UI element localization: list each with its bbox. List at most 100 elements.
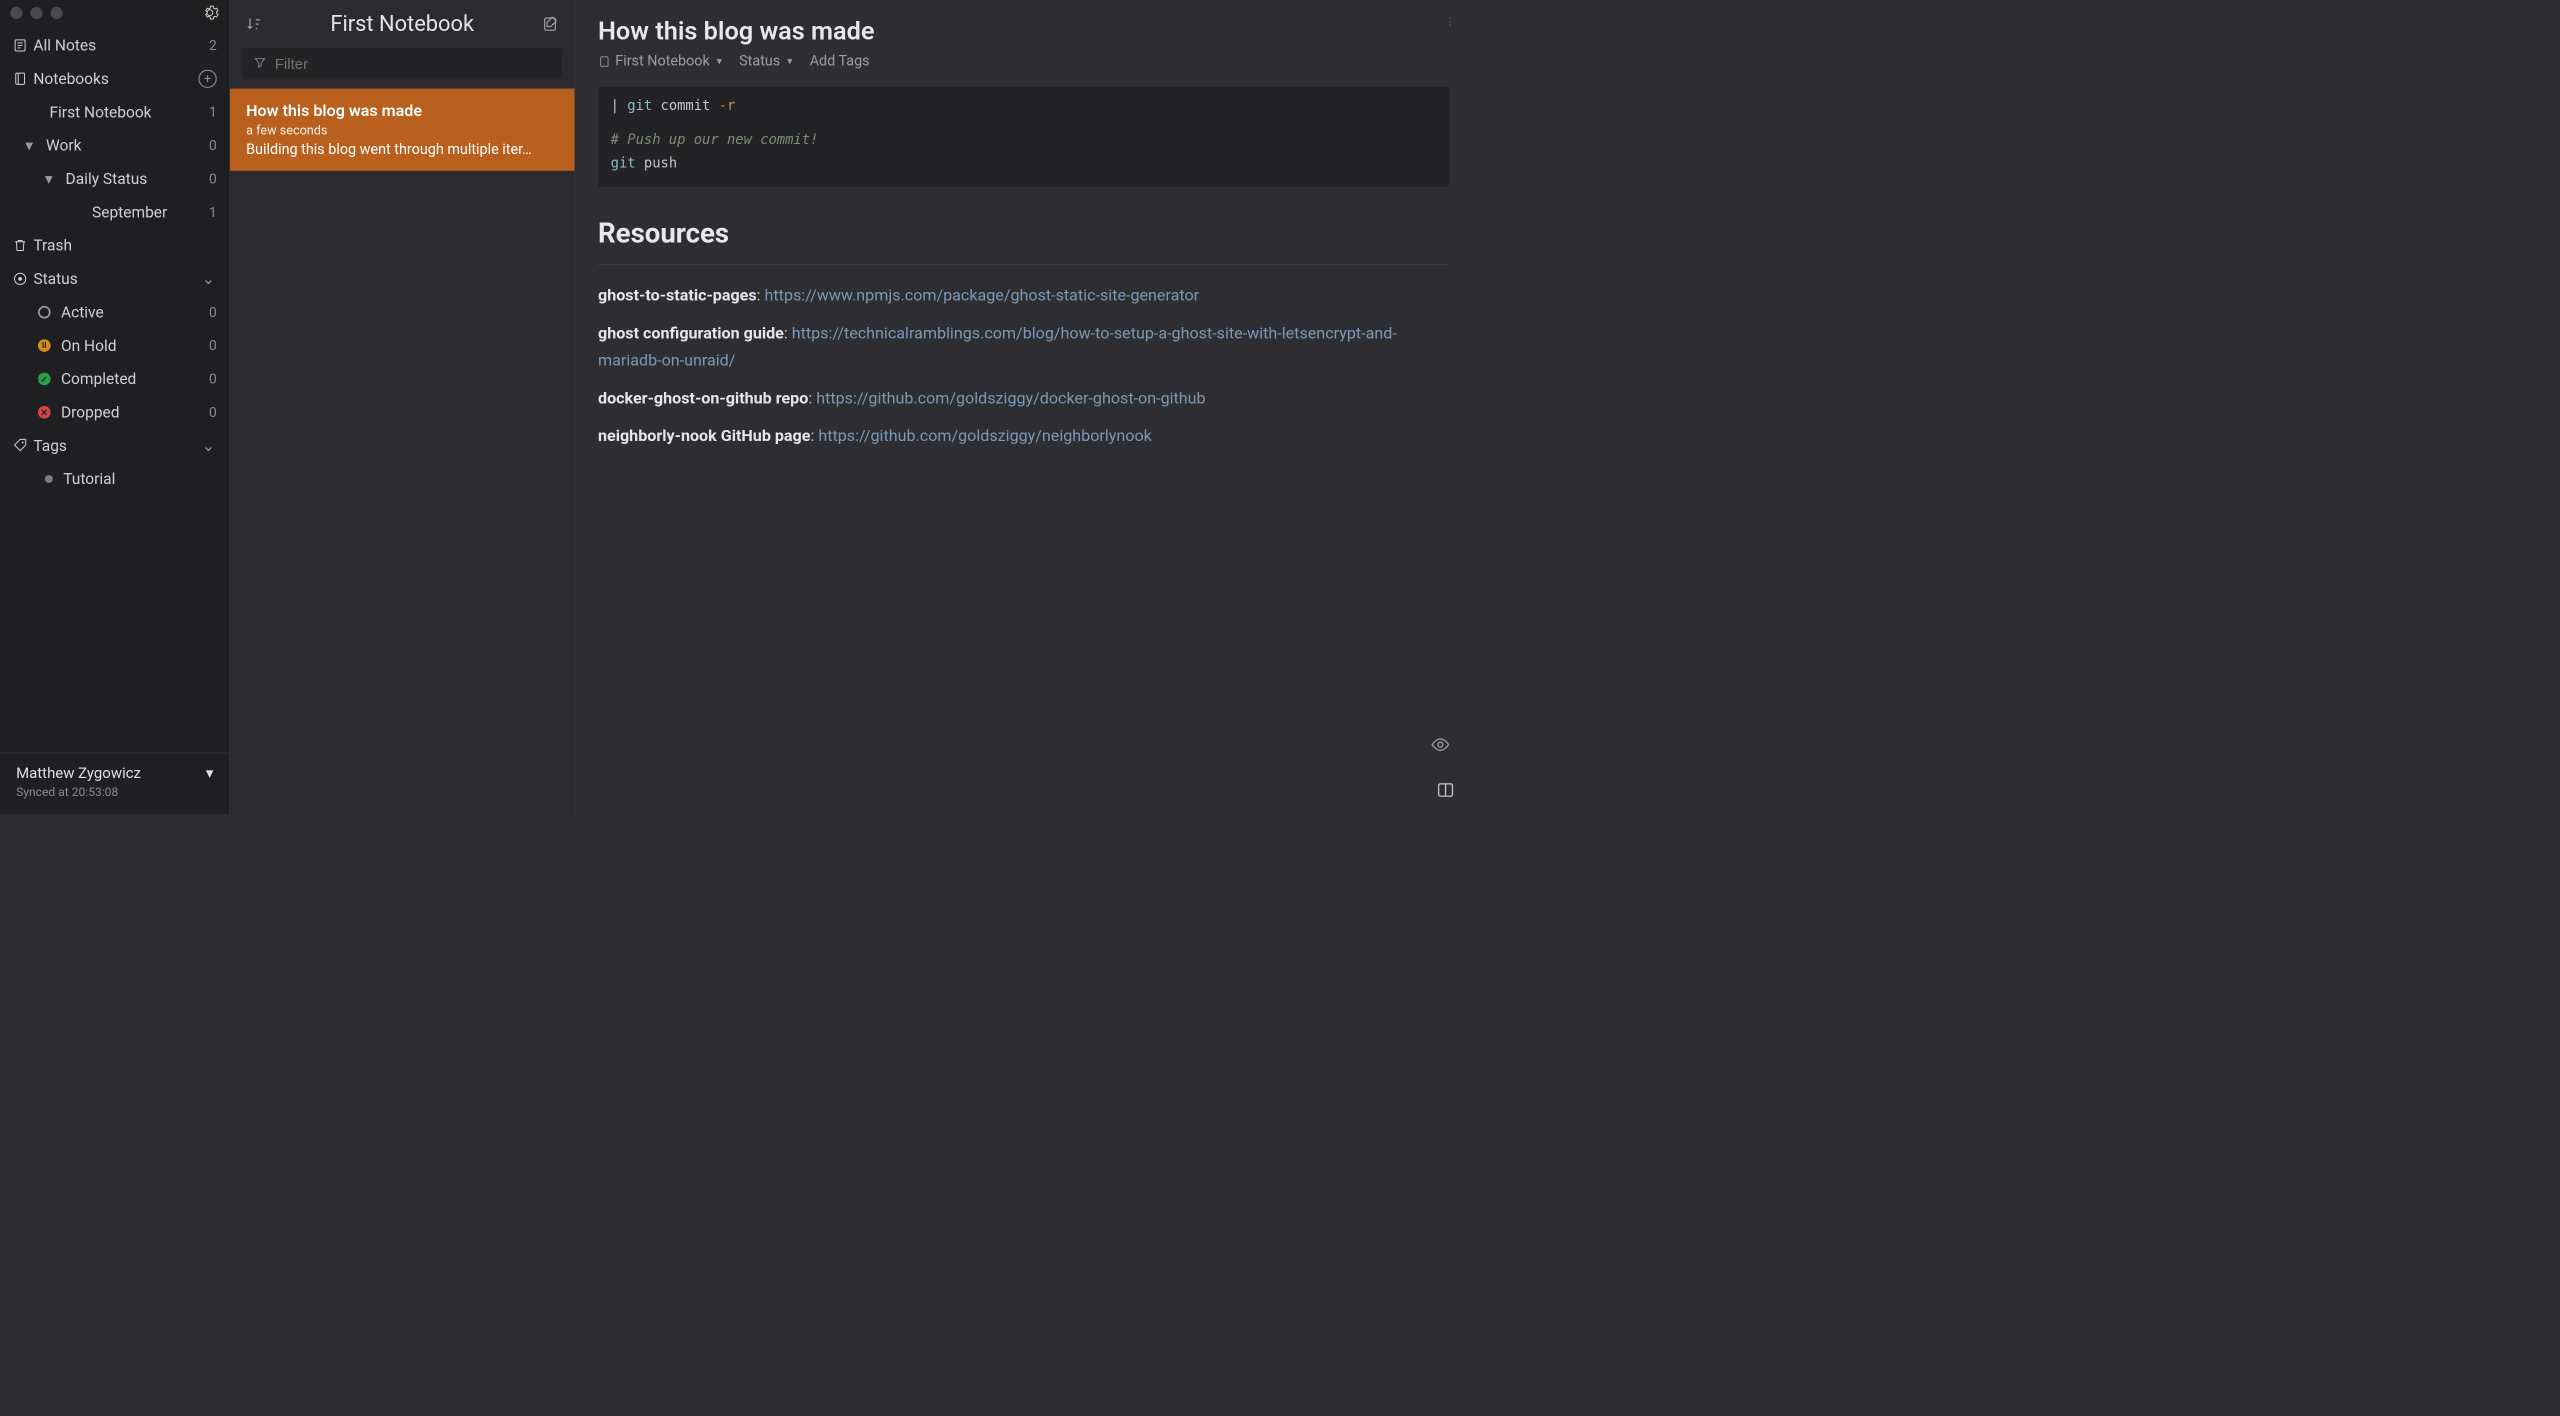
sidebar-notebook-work[interactable]: ▾ Work 0: [0, 129, 229, 162]
note-item-title: How this blog was made: [246, 101, 558, 120]
sidebar-notebook-first-notebook[interactable]: First Notebook 1: [0, 95, 229, 128]
notebook-label: September: [92, 203, 209, 221]
nav-label: Notebooks: [33, 70, 198, 88]
chevron-down-icon[interactable]: ▾: [25, 136, 40, 154]
note-item-time: a few seconds: [246, 124, 558, 138]
status-selector[interactable]: Status ▾: [739, 53, 792, 70]
resource-name: ghost configuration guide: [598, 323, 784, 342]
status-onhold-icon: II: [38, 339, 51, 352]
caret-down-icon: ▾: [717, 55, 722, 67]
resource-line: ghost configuration guide: https://techn…: [598, 319, 1449, 374]
sync-status: Synced at 20:53:08: [16, 785, 213, 799]
status-count: 0: [209, 304, 217, 320]
editor-panel: ⋮ How this blog was made First Notebook …: [575, 0, 1472, 814]
tag-icon: [13, 438, 34, 453]
notebook-label: First Notebook: [49, 103, 209, 121]
close-window-button[interactable]: [10, 7, 22, 19]
note-title[interactable]: How this blog was made: [598, 16, 1449, 46]
add-tags-label: Add Tags: [810, 53, 870, 70]
editor-body[interactable]: | git commit -r # Push up our new commit…: [575, 76, 1472, 814]
sidebar-item-all-notes[interactable]: All Notes 2: [0, 29, 229, 62]
notebook-count: 1: [209, 204, 217, 220]
divider: [598, 264, 1449, 265]
status-label: On Hold: [61, 336, 209, 354]
filter-input[interactable]: [275, 55, 552, 73]
sidebar-item-trash[interactable]: Trash: [0, 229, 229, 262]
resource-line: ghost-to-static-pages: https://www.npmjs…: [598, 282, 1449, 309]
status-icon: [13, 271, 34, 286]
nav-label: Trash: [33, 236, 216, 254]
status-count: 0: [209, 404, 217, 420]
notebook-selector[interactable]: First Notebook ▾: [598, 53, 722, 70]
app-root: All Notes 2 Notebooks + First Notebook 1…: [0, 0, 1472, 814]
minimize-window-button[interactable]: [30, 7, 42, 19]
resources-heading: Resources: [598, 210, 1449, 257]
status-label: Status: [739, 53, 780, 70]
status-count: 0: [209, 371, 217, 387]
caret-down-icon: ▾: [206, 765, 214, 782]
nav-label: Tags: [33, 436, 201, 454]
resource-link[interactable]: https://github.com/goldsziggy/docker-gho…: [816, 389, 1205, 408]
notebook-count: 0: [209, 137, 217, 153]
notebook-count: 1: [209, 104, 217, 120]
chevron-down-icon[interactable]: ⌄: [202, 270, 217, 288]
status-completed-icon: ✓: [38, 373, 51, 386]
sidebar-status-onhold[interactable]: II On Hold 0: [0, 329, 229, 362]
tag-dot-icon: [45, 475, 53, 483]
caret-down-icon: ▾: [787, 55, 792, 67]
code-line: # Push up our new commit!: [611, 128, 1437, 151]
chevron-down-icon[interactable]: ⌄: [202, 436, 217, 454]
settings-icon[interactable]: [201, 3, 219, 21]
resource-name: docker-ghost-on-github repo: [598, 389, 808, 408]
new-note-icon[interactable]: [540, 13, 562, 35]
resource-link[interactable]: https://github.com/goldsziggy/neighborly…: [818, 426, 1151, 445]
sidebar-notebook-september[interactable]: September 1: [0, 196, 229, 229]
code-block: | git commit -r # Push up our new commit…: [598, 87, 1449, 187]
editor-bottom-toolbar: [1436, 781, 1454, 802]
sidebar: All Notes 2 Notebooks + First Notebook 1…: [0, 0, 230, 814]
sidebar-notebook-daily-status[interactable]: ▾ Daily Status 0: [0, 162, 229, 195]
more-menu-icon[interactable]: ⋮: [1446, 16, 1455, 27]
resource-link[interactable]: https://www.npmjs.com/package/ghost-stat…: [765, 286, 1200, 305]
add-tags-button[interactable]: Add Tags: [810, 53, 870, 70]
resource-name: neighborly-nook GitHub page: [598, 426, 810, 445]
sidebar-tag-tutorial[interactable]: Tutorial: [0, 462, 229, 495]
sidebar-status-dropped[interactable]: ✕ Dropped 0: [0, 396, 229, 429]
tag-label: Tutorial: [63, 470, 217, 488]
preview-toggle-icon[interactable]: [1431, 735, 1451, 757]
note-list-panel: First Notebook How this blog was made a …: [230, 0, 575, 814]
notebook-label: Work: [46, 136, 209, 154]
resource-line: docker-ghost-on-github repo: https://git…: [598, 385, 1449, 412]
notebook-icon: [13, 71, 34, 86]
sort-icon[interactable]: [243, 13, 265, 35]
user-menu[interactable]: Matthew Zygowicz ▾: [16, 765, 213, 782]
zoom-window-button[interactable]: [51, 7, 63, 19]
sidebar-nav: All Notes 2 Notebooks + First Notebook 1…: [0, 25, 229, 752]
nav-label: All Notes: [33, 36, 209, 54]
sidebar-status-active[interactable]: Active 0: [0, 296, 229, 329]
add-notebook-button[interactable]: +: [198, 70, 216, 88]
code-line: git push: [611, 151, 1437, 174]
status-active-icon: [38, 306, 51, 319]
resource-line: neighborly-nook GitHub page: https://git…: [598, 422, 1449, 449]
status-dropped-icon: ✕: [38, 406, 51, 419]
sidebar-item-notebooks[interactable]: Notebooks +: [0, 62, 229, 95]
note-list-item[interactable]: How this blog was made a few seconds Bui…: [230, 89, 574, 171]
window-controls: [0, 0, 229, 25]
resource-name: ghost-to-static-pages: [598, 286, 757, 305]
status-label: Dropped: [61, 403, 209, 421]
chevron-down-icon[interactable]: ▾: [45, 170, 60, 188]
sidebar-status-completed[interactable]: ✓ Completed 0: [0, 362, 229, 395]
sidebar-item-status[interactable]: Status ⌄: [0, 262, 229, 295]
filter-input-container[interactable]: [243, 48, 562, 79]
note-list-title: First Notebook: [271, 12, 533, 37]
note-list-header: First Notebook: [230, 0, 574, 48]
nav-count: 2: [209, 37, 217, 53]
split-view-icon[interactable]: [1436, 781, 1454, 802]
notebook-name: First Notebook: [615, 53, 710, 70]
status-label: Completed: [61, 370, 209, 388]
trash-icon: [13, 238, 34, 253]
note-icon: [13, 38, 34, 53]
sidebar-item-tags[interactable]: Tags ⌄: [0, 429, 229, 462]
filter-icon: [253, 56, 267, 72]
